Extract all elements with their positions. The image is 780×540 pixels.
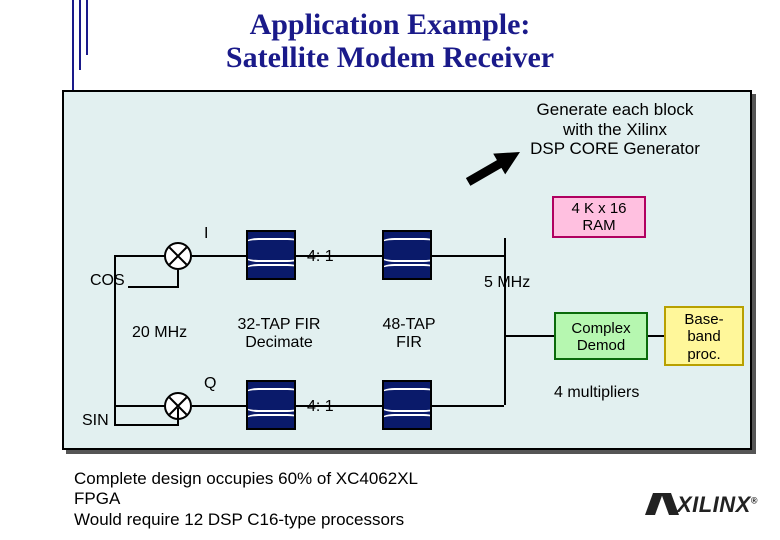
wire [296,405,382,407]
decimate-label-1: 4: 1 [307,248,334,266]
wire [432,405,504,407]
sin-label: SIN [82,412,109,430]
wire [504,238,506,256]
fir-box-i1 [246,230,296,280]
wire [504,255,506,405]
wire [128,286,178,288]
wire [432,255,504,257]
decor-bar-3 [86,0,88,55]
fir-box-q1 [246,380,296,430]
footer-text: Complete design occupies 60% of XC4062XL… [74,469,504,530]
multipliers-label: 4 multipliers [554,384,639,402]
wire [114,255,116,425]
baseband-block: Base- band proc. [664,306,744,366]
rate-in-label: 20 MHz [132,324,187,342]
fir-box-q2 [382,380,432,430]
page-title: Application Example: Satellite Modem Rec… [0,0,780,74]
rate-mid-label: 5 MHz [484,274,530,292]
title-line2: Satellite Modem Receiver [226,41,554,74]
generator-note: Generate each block with the Xilinx DSP … [510,100,720,159]
cos-label: COS [90,272,125,290]
xilinx-x-icon [649,493,675,515]
wire [648,335,664,337]
mixer-i [164,242,192,270]
wire [504,335,554,337]
wire [192,405,246,407]
fir-box-i2 [382,230,432,280]
fir2-label: 48-TAP FIR [369,316,449,352]
fir1-label: 32-TAP FIR Decimate [224,316,334,352]
complex-demod-block: Complex Demod [554,312,648,360]
title-line1: Application Example: [250,8,531,41]
q-label: Q [204,375,216,393]
i-label: I [204,225,208,243]
wire [114,424,178,426]
decor-bar-1 [72,0,74,90]
diagram-panel: Generate each block with the Xilinx DSP … [62,90,752,450]
wire [296,255,382,257]
decimate-label-2: 4: 1 [307,398,334,416]
xilinx-logo: XILINX® [649,492,758,518]
wire [192,255,246,257]
decor-bar-2 [79,0,81,70]
ram-block: 4 K x 16 RAM [552,196,646,238]
